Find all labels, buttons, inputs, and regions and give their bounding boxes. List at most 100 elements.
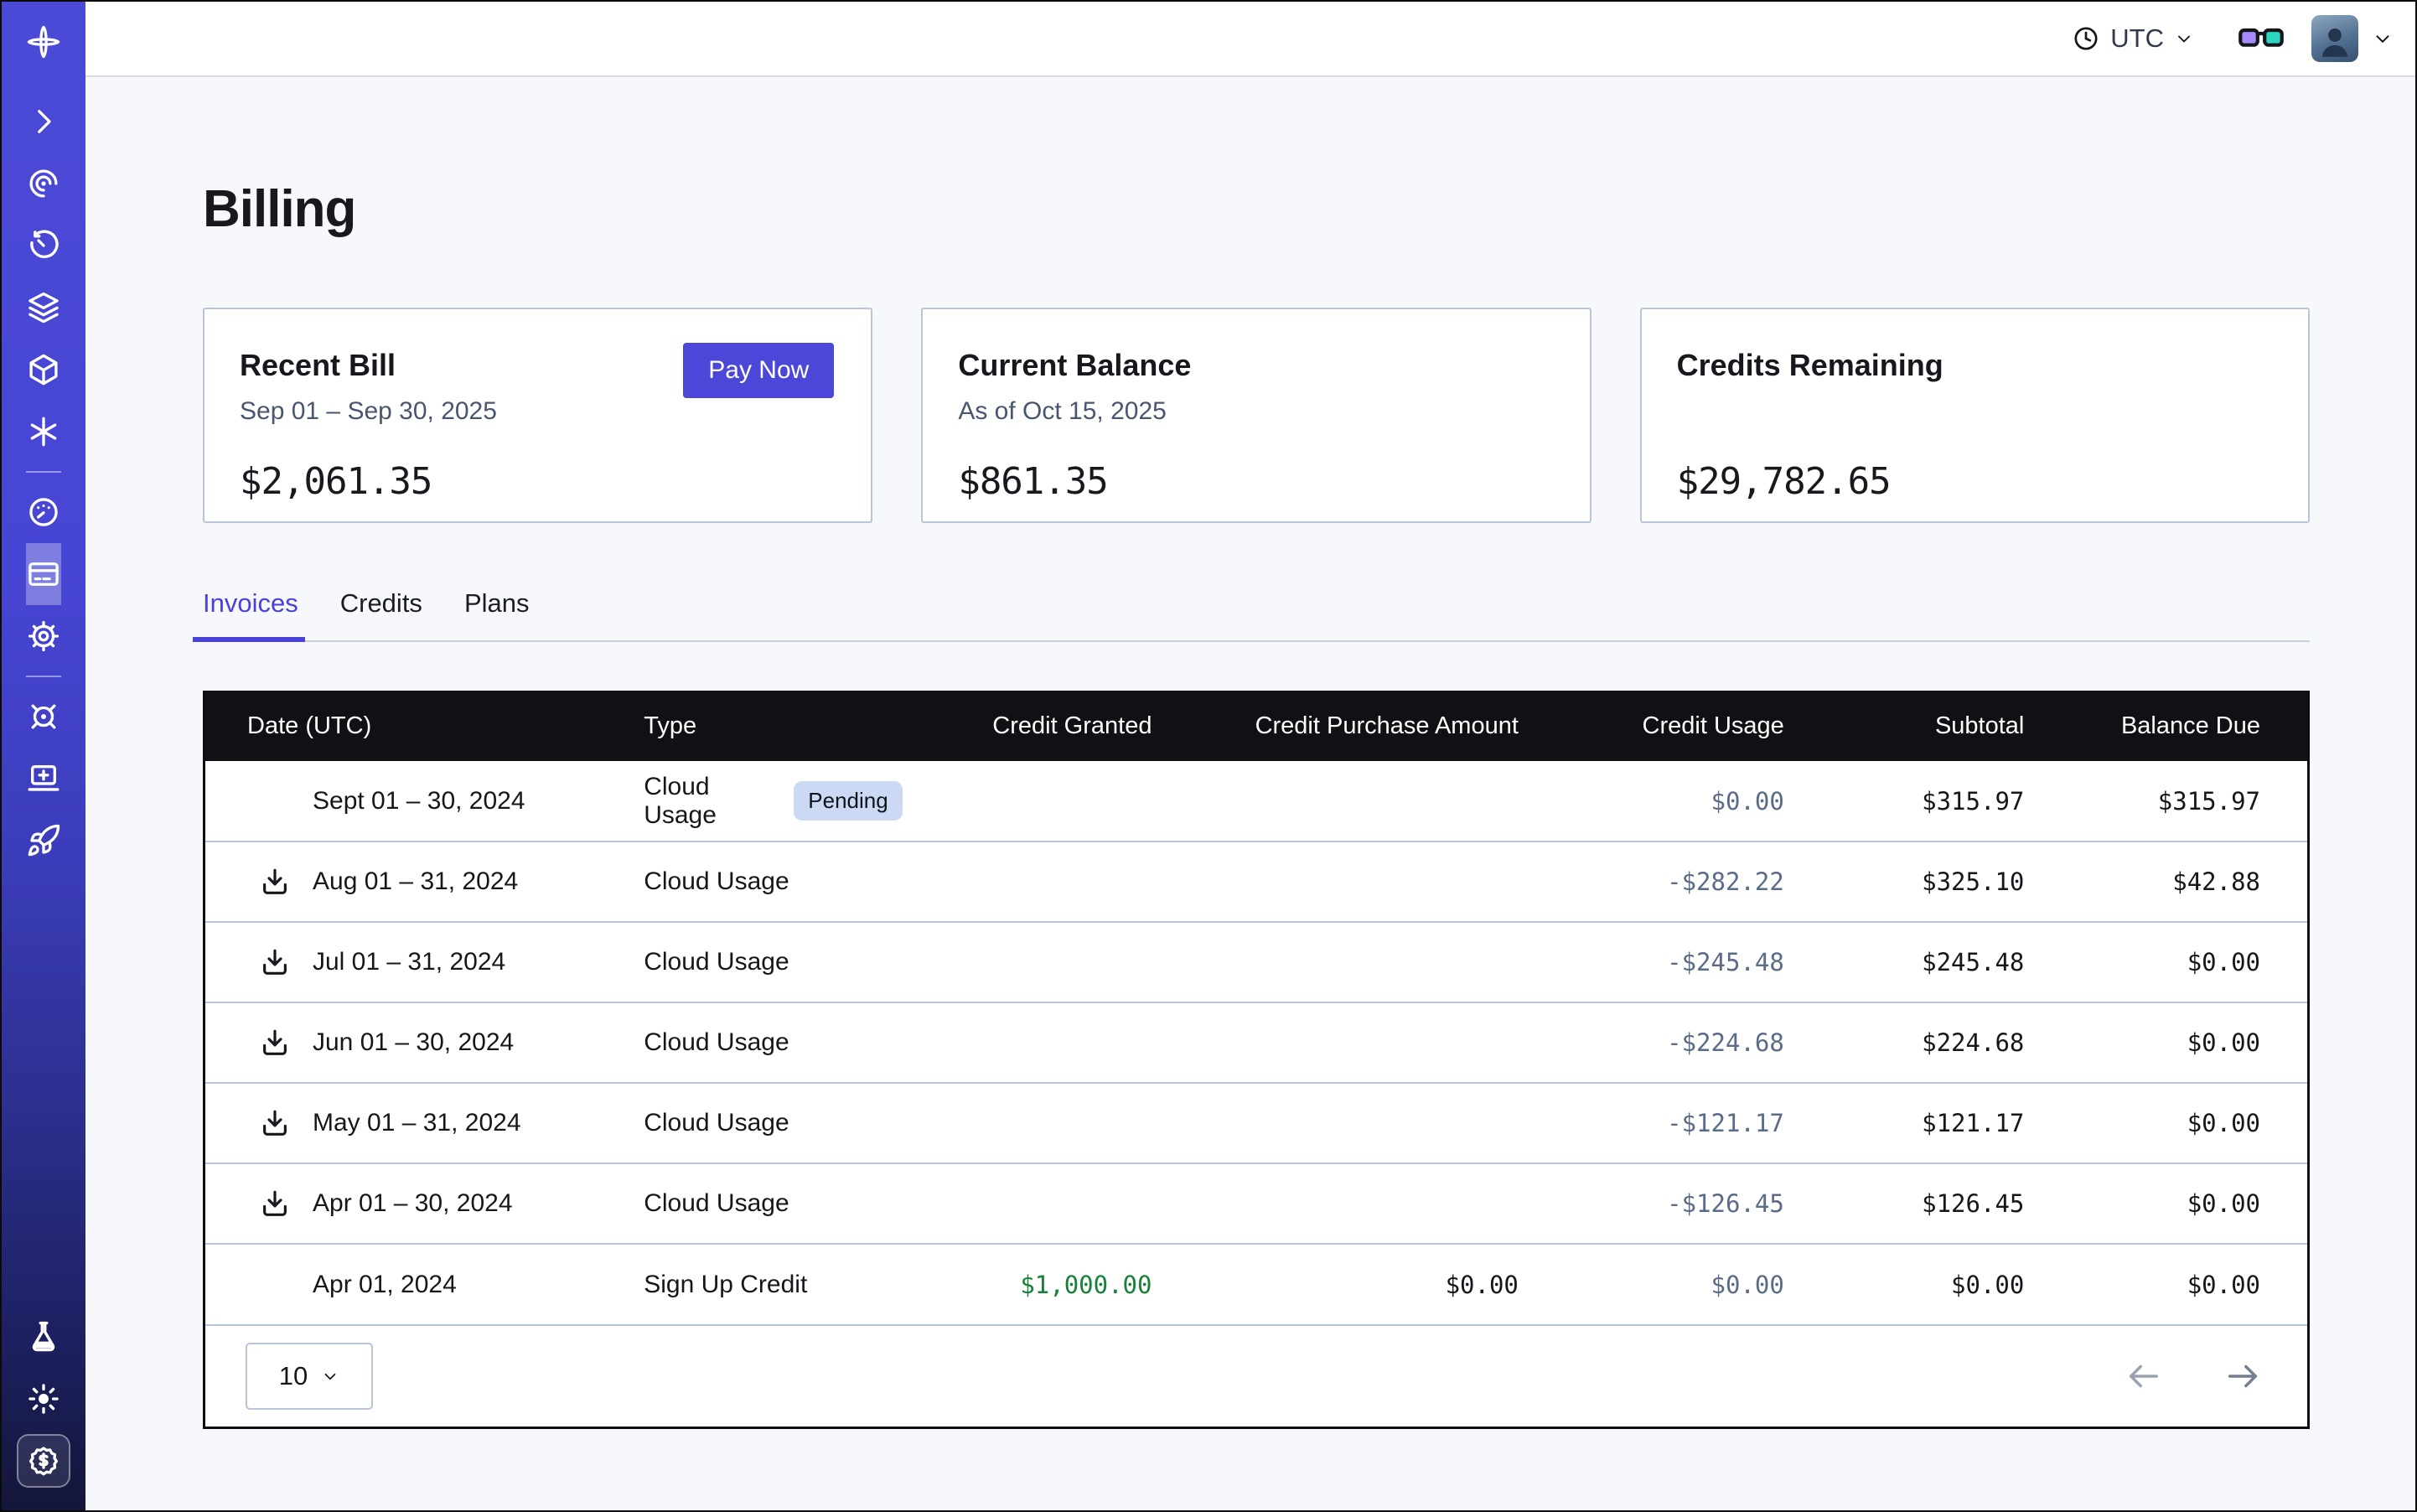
invoice-date-cell: Jun 01 – 30, 2024 [205, 1002, 644, 1083]
laptop-plus-icon [26, 761, 61, 796]
timezone-label: UTC [2110, 23, 2164, 54]
arrow-right-icon [2223, 1357, 2262, 1395]
sidebar-item-brightness[interactable] [2, 1368, 85, 1430]
chevron-down-icon [321, 1367, 339, 1385]
invoice-type: Cloud Usage [644, 1028, 789, 1057]
table-pagination: 10 [205, 1324, 2307, 1427]
download-invoice-icon[interactable] [257, 1025, 292, 1060]
credit-granted-cell [903, 761, 1152, 841]
invoice-date-cell: Apr 01, 2024 [205, 1244, 644, 1324]
invoice-row: Sept 01 – 30, 2024Cloud UsagePending$0.0… [205, 761, 2307, 841]
invoice-row: Aug 01 – 31, 2024 Cloud Usage -$282.22$325… [205, 841, 2307, 922]
subtotal-cell: $325.10 [1784, 841, 2025, 922]
gear-icon [26, 619, 61, 654]
tab-plans[interactable]: Plans [464, 588, 530, 640]
clock-icon [2072, 24, 2100, 53]
arrow-left-icon [2125, 1357, 2163, 1395]
col-balance-due: Balance Due [2024, 691, 2307, 761]
timezone-selector[interactable]: UTC [2072, 23, 2194, 54]
subtotal-cell: $315.97 [1784, 761, 2025, 841]
sidebar-item-workstation[interactable] [26, 748, 61, 810]
recent-bill-card: Recent Bill Sep 01 – Sep 30, 2025 $2,061… [203, 308, 872, 523]
sidebar-item-operations[interactable] [26, 686, 61, 748]
sidebar-item-explore[interactable] [26, 153, 61, 215]
sidebar-item-services[interactable] [26, 401, 61, 463]
avatar-photo [2311, 20, 2358, 62]
credit-card-icon [26, 557, 61, 592]
credits-remaining-amount: $29,782.65 [1677, 460, 2271, 503]
subtotal-cell: $126.45 [1784, 1163, 2025, 1244]
tab-credits[interactable]: Credits [340, 588, 422, 640]
invoice-date-cell: May 01 – 31, 2024 [205, 1083, 644, 1163]
layers-icon [26, 290, 61, 325]
main-content: Billing Recent Bill Sep 01 – Sep 30, 202… [85, 79, 2415, 1510]
invoice-row: Apr 01 – 30, 2024Cloud Usage -$126.45$126… [205, 1163, 2307, 1244]
app-logo[interactable] [2, 2, 85, 82]
previous-page-button[interactable] [2125, 1357, 2163, 1395]
col-subtotal: Subtotal [1784, 691, 2025, 761]
credit-usage-cell: -$126.45 [1519, 1163, 1784, 1244]
galaxy-icon [26, 166, 61, 201]
invoice-type-cell: Cloud Usage [644, 1163, 903, 1244]
credit-usage-cell: -$224.68 [1519, 1002, 1784, 1083]
credit-purchase-amount-cell [1152, 1083, 1518, 1163]
sidebar-item-history[interactable] [26, 215, 61, 277]
invoice-type: Cloud Usage [644, 1109, 789, 1137]
credits-remaining-card: Credits Remaining $29,782.65 [1640, 308, 2310, 523]
download-invoice-icon[interactable] [257, 1106, 292, 1141]
icon-spacer [257, 784, 292, 819]
cube-icon [26, 352, 61, 387]
download-invoice-icon[interactable] [257, 945, 292, 980]
download-invoice-icon[interactable] [257, 864, 292, 899]
invoice-type-cell: Cloud UsagePending [644, 761, 903, 841]
sidebar-item-credits[interactable] [2, 1430, 85, 1492]
user-avatar[interactable] [2311, 15, 2358, 62]
credits-frame [17, 1434, 70, 1488]
tab-invoices[interactable]: Invoices [203, 588, 298, 640]
balance-due-cell: $42.88 [2024, 841, 2307, 922]
credit-usage-cell: -$121.17 [1519, 1083, 1784, 1163]
credit-granted-cell [903, 1083, 1152, 1163]
credit-granted-cell [903, 1163, 1152, 1244]
col-credit-usage: Credit Usage [1519, 691, 1784, 761]
invoice-date: Jul 01 – 31, 2024 [313, 948, 505, 976]
glasses-icon [2238, 22, 2285, 55]
sidebar-item-labs[interactable] [2, 1306, 85, 1368]
card-title: Current Balance [958, 348, 1552, 383]
invoice-type-cell: Cloud Usage [644, 841, 903, 922]
credit-usage-cell: -$282.22 [1519, 841, 1784, 922]
download-invoice-icon[interactable] [257, 1186, 292, 1221]
invoice-date-cell: Apr 01 – 30, 2024 [205, 1163, 644, 1244]
sidebar [2, 2, 85, 1510]
sidebar-item-layers[interactable] [26, 277, 61, 339]
next-page-button[interactable] [2223, 1357, 2262, 1395]
pay-now-button[interactable]: Pay Now [683, 343, 834, 398]
chevron-down-icon [2174, 28, 2194, 49]
sidebar-item-usage[interactable] [26, 481, 61, 543]
billing-screen: UTC Billing Recent Bill Sep 01 – Sep 30,… [0, 0, 2417, 1512]
subtotal-cell: $121.17 [1784, 1083, 2025, 1163]
col-date: Date (UTC) [205, 691, 644, 761]
credit-granted-cell: $1,000.00 [903, 1244, 1152, 1324]
icon-spacer [257, 1267, 292, 1302]
invoice-date-cell: Sept 01 – 30, 2024 [205, 761, 644, 841]
credit-purchase-amount-cell: $0.00 [1152, 1244, 1518, 1324]
sidebar-divider [26, 676, 61, 677]
invoice-date: Aug 01 – 31, 2024 [313, 867, 518, 896]
sidebar-item-launch[interactable] [26, 810, 61, 872]
sidebar-item-packages[interactable] [26, 339, 61, 401]
sidebar-item-settings[interactable] [26, 605, 61, 667]
helm-icon [26, 699, 61, 734]
table-header: Date (UTC) Type Credit Granted Credit Pu… [205, 691, 2307, 761]
sidebar-item-expand[interactable] [26, 91, 61, 153]
sidebar-item-billing[interactable] [26, 543, 61, 605]
invoice-date-cell: Aug 01 – 31, 2024 [205, 841, 644, 922]
planet-logo-icon [23, 22, 64, 62]
glasses-toggle[interactable] [2238, 22, 2285, 55]
col-credit-granted: Credit Granted [903, 691, 1152, 761]
page-size-select[interactable]: 10 [246, 1343, 373, 1410]
account-menu-toggle[interactable] [2372, 28, 2394, 49]
invoice-type-cell: Cloud Usage [644, 1083, 903, 1163]
credit-purchase-amount-cell [1152, 1002, 1518, 1083]
credit-usage-cell: -$245.48 [1519, 922, 1784, 1002]
